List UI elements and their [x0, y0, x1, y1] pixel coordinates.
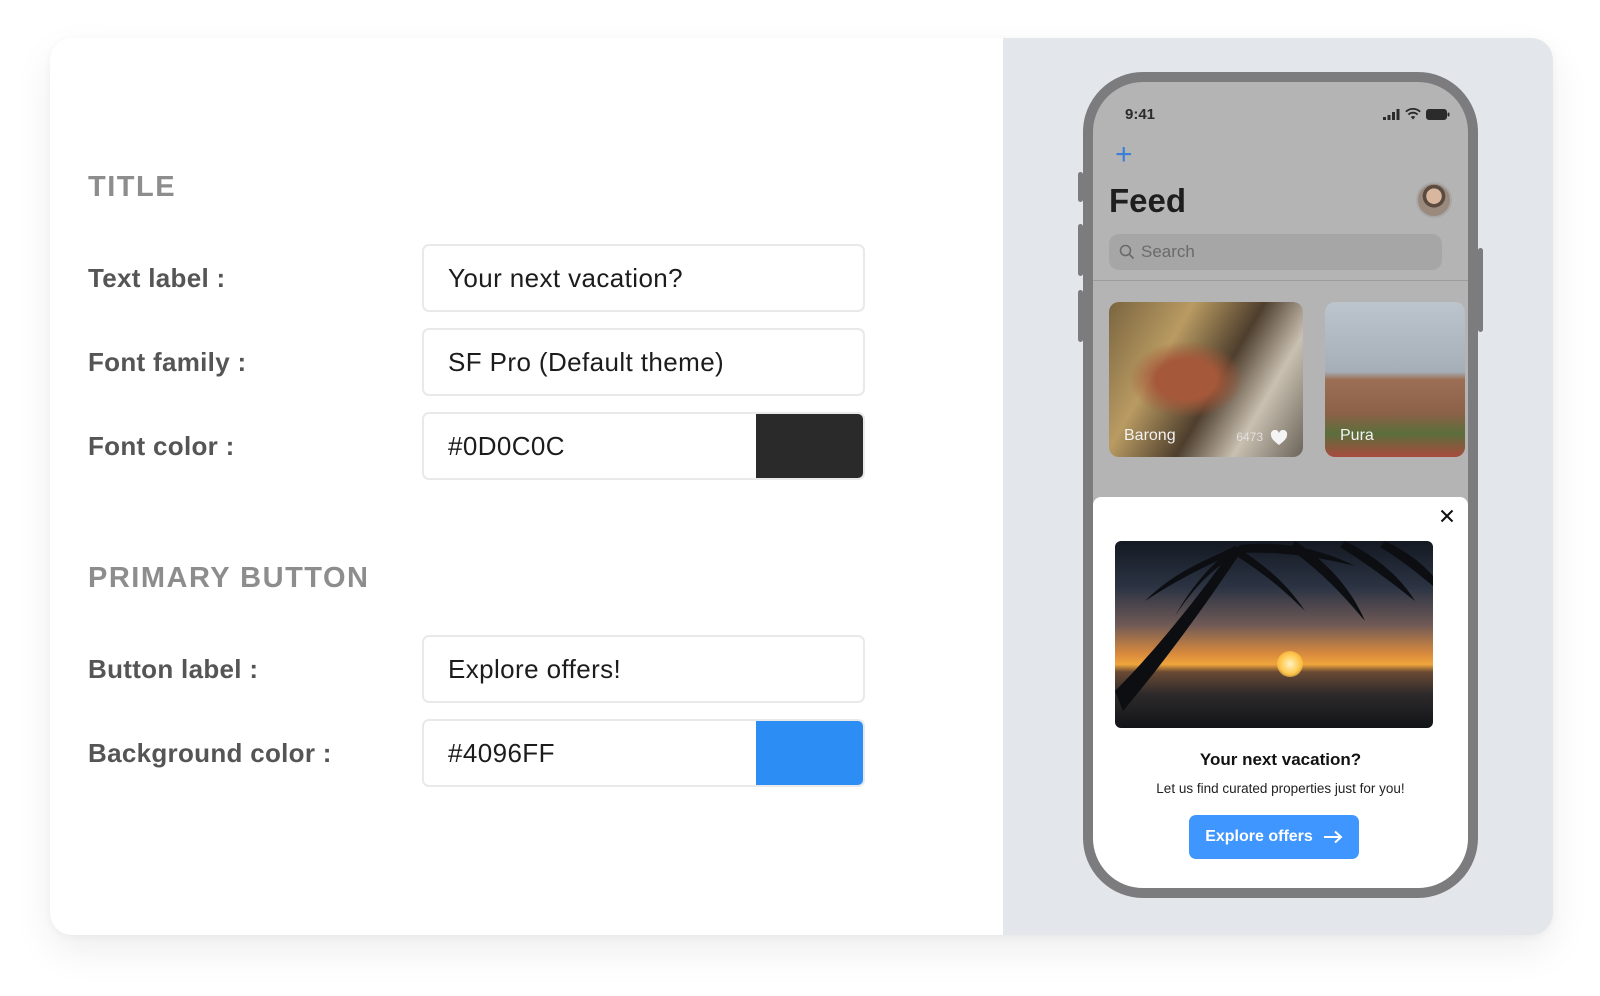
- vacation-modal: Your next vacation? Let us find curated …: [1093, 497, 1468, 888]
- font-family-select[interactable]: SF Pro (Default theme): [422, 328, 865, 396]
- feed-title: Feed: [1109, 182, 1187, 219]
- tile-label: Barong: [1124, 427, 1176, 444]
- explore-offers-button[interactable]: Explore offers: [1189, 815, 1359, 859]
- text-label-input[interactable]: Your next vacation?: [422, 244, 865, 312]
- background-color-value: #4096FF: [448, 737, 555, 768]
- search-placeholder: Search: [1141, 242, 1195, 261]
- sunset-image: [1115, 541, 1433, 728]
- font-color-input[interactable]: #0D0C0C: [422, 412, 865, 480]
- palm-tree-silhouette: [1115, 541, 1433, 711]
- background-color-swatch[interactable]: [756, 721, 863, 785]
- background-color-input[interactable]: #4096FF: [422, 719, 865, 787]
- font-color-value: #0D0C0C: [448, 430, 565, 461]
- section-title-primary-button: PRIMARY BUTTON: [88, 562, 370, 594]
- battery-icon: [1426, 109, 1450, 120]
- font-color-label: Font color :: [88, 431, 235, 461]
- heart-icon[interactable]: [1270, 430, 1288, 446]
- preview-panel: 9:41 + Feed Search Barong 6473 Pura Your…: [1003, 38, 1553, 935]
- wifi-icon: [1405, 108, 1421, 120]
- button-label-value: Explore offers!: [448, 653, 622, 684]
- feed-tile-barong[interactable]: Barong 6473: [1109, 302, 1303, 457]
- font-family-label: Font family :: [88, 347, 247, 377]
- feed-tile-pura[interactable]: Pura: [1325, 302, 1465, 457]
- font-color-swatch[interactable]: [756, 414, 863, 478]
- search-input[interactable]: Search: [1109, 234, 1442, 270]
- search-icon: [1119, 244, 1135, 260]
- settings-card: TITLE Text label : Your next vacation? F…: [50, 38, 1553, 935]
- signal-icon: [1383, 109, 1400, 120]
- header-divider: [1093, 280, 1468, 281]
- tile-label: Pura: [1340, 427, 1374, 444]
- modal-subtitle: Let us find curated properties just for …: [1156, 781, 1405, 796]
- plus-icon[interactable]: +: [1115, 140, 1133, 170]
- tile-like-count: 6473: [1236, 430, 1263, 444]
- status-time: 9:41: [1125, 106, 1156, 123]
- arrow-right-icon: [1323, 830, 1343, 844]
- text-label-value: Your next vacation?: [448, 262, 684, 293]
- avatar[interactable]: [1416, 182, 1452, 218]
- background-color-label: Background color :: [88, 738, 332, 768]
- font-family-value: SF Pro (Default theme): [448, 346, 725, 377]
- section-title-title: TITLE: [88, 171, 177, 203]
- text-label-label: Text label :: [88, 263, 226, 293]
- modal-title: Your next vacation?: [1199, 750, 1362, 769]
- phone-mockup: 9:41 + Feed Search Barong 6473 Pura Your…: [1083, 72, 1478, 898]
- close-icon[interactable]: [1440, 509, 1454, 523]
- status-icons: [1383, 108, 1450, 120]
- button-label-input[interactable]: Explore offers!: [422, 635, 865, 703]
- explore-offers-label: Explore offers: [1205, 828, 1313, 845]
- button-label-label: Button label :: [88, 654, 259, 684]
- phone-power-button: [1478, 248, 1483, 332]
